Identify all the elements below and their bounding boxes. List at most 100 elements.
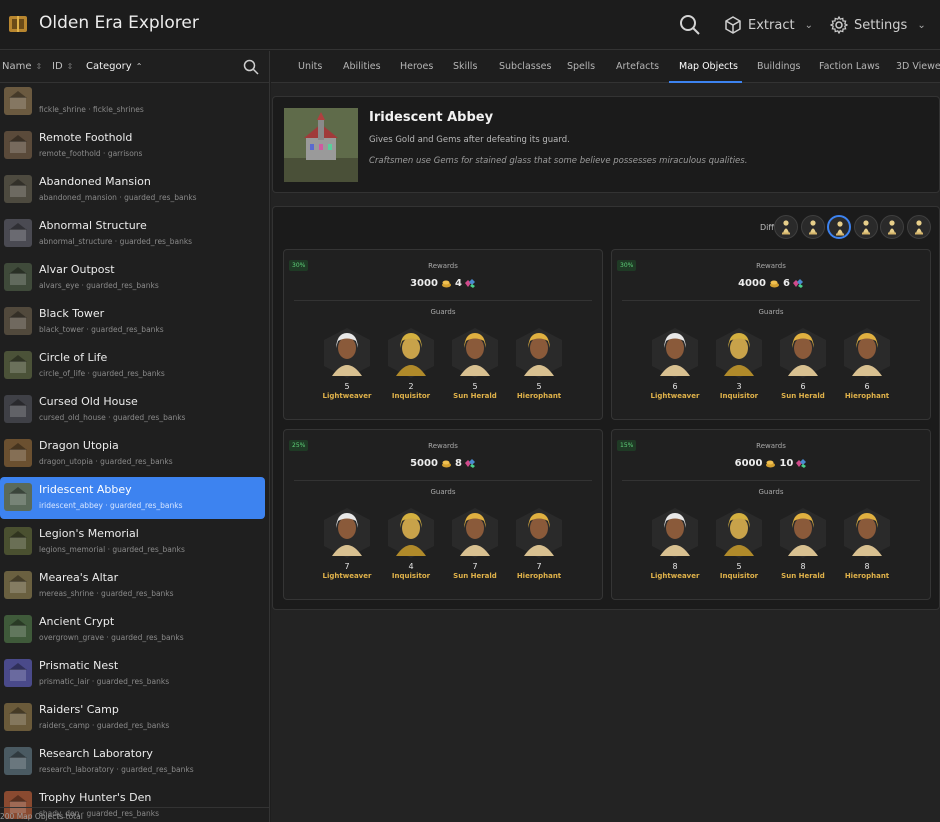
gem-amount: 10 bbox=[779, 458, 794, 469]
guard-name: Inquisitor bbox=[391, 572, 431, 580]
list-item[interactable]: Remote Foothold remote_foothold · garriso… bbox=[0, 125, 265, 167]
gold-icon bbox=[441, 460, 451, 468]
guard-unit[interactable]: 6 Lightweaver bbox=[643, 326, 707, 400]
guard-unit[interactable]: 7 Sun Herald bbox=[443, 506, 507, 580]
object-thumbnail bbox=[4, 131, 32, 159]
tab-3d-viewer[interactable]: 3D Viewer bbox=[896, 61, 940, 72]
guard-name: Inquisitor bbox=[719, 392, 759, 400]
object-thumbnail bbox=[4, 395, 32, 423]
list-item[interactable]: Ancient Crypt overgrown_grave · guarded_r… bbox=[0, 609, 265, 651]
difficulty-level-6[interactable] bbox=[906, 215, 931, 239]
gems-icon bbox=[796, 459, 807, 468]
search-icon[interactable] bbox=[243, 59, 259, 75]
guard-name: Lightweaver bbox=[322, 392, 372, 400]
guard-unit[interactable]: 8 Sun Herald bbox=[771, 506, 835, 580]
list-item[interactable]: Raiders' Camp raiders_camp · guarded_res_… bbox=[0, 697, 265, 739]
difficulty-level-5[interactable] bbox=[880, 215, 904, 239]
guard-unit[interactable]: 5 Lightweaver bbox=[315, 326, 379, 400]
app-title: Olden Era Explorer bbox=[39, 13, 199, 33]
guard-unit[interactable]: 5 Hierophant bbox=[507, 326, 571, 400]
chess-piece-icon bbox=[836, 221, 844, 236]
guard-unit[interactable]: 6 Hierophant bbox=[835, 326, 899, 400]
sun-herald-portrait-icon bbox=[452, 328, 498, 378]
list-item-name: Cursed Old House bbox=[39, 395, 138, 408]
list-item[interactable]: Circle of Life circle_of_life · guarded_r… bbox=[0, 345, 265, 387]
guard-name: Inquisitor bbox=[719, 572, 759, 580]
sort-by-category[interactable]: Category ⌃ bbox=[86, 61, 142, 72]
guard-name: Sun Herald bbox=[781, 392, 825, 400]
list-item[interactable]: Dragon Utopia dragon_utopia · guarded_res… bbox=[0, 433, 265, 475]
guard-count: 7 bbox=[344, 562, 350, 571]
list-item-name: Raiders' Camp bbox=[39, 703, 119, 716]
guard-name: Lightweaver bbox=[322, 572, 372, 580]
guard-unit[interactable]: 5 Inquisitor bbox=[707, 506, 771, 580]
guard-name: Hierophant bbox=[844, 572, 890, 580]
tab-abilities[interactable]: Abilities bbox=[343, 61, 381, 72]
divider bbox=[294, 300, 592, 301]
guard-name: Sun Herald bbox=[453, 392, 497, 400]
rewards-label: Rewards bbox=[428, 442, 458, 450]
tab-artefacts[interactable]: Artefacts bbox=[616, 61, 659, 72]
list-item[interactable]: Iridescent Abbey iridescent_abbey · guard… bbox=[0, 477, 265, 519]
sort-by-name[interactable]: Name ⇕ bbox=[2, 61, 42, 72]
category-tabs: Units Abilities Heroes Skills Subclasses Spel… bbox=[271, 51, 940, 83]
tab-faction-laws[interactable]: Faction Laws bbox=[819, 61, 880, 72]
sort-by-id[interactable]: ID ⇕ bbox=[52, 61, 73, 72]
lightweaver-portrait-icon bbox=[652, 328, 698, 378]
list-item[interactable]: Alvar Outpost alvars_eye · guarded_res_ba… bbox=[0, 257, 265, 299]
tab-heroes[interactable]: Heroes bbox=[400, 61, 433, 72]
list-item-id-category: cursed_old_house · guarded_res_banks bbox=[39, 413, 186, 422]
rewards-label: Rewards bbox=[428, 262, 458, 270]
search-icon[interactable] bbox=[678, 13, 702, 37]
tab-map-objects[interactable]: Map Objects bbox=[679, 61, 738, 72]
guard-unit[interactable]: 8 Hierophant bbox=[835, 506, 899, 580]
difficulty-level-1[interactable] bbox=[774, 215, 798, 239]
tab-buildings[interactable]: Buildings bbox=[757, 61, 801, 72]
guard-unit[interactable]: 5 Sun Herald bbox=[443, 326, 507, 400]
gold-amount: 3000 bbox=[410, 278, 438, 289]
difficulty-level-3[interactable] bbox=[827, 215, 851, 239]
guard-unit[interactable]: 7 Hierophant bbox=[507, 506, 571, 580]
tab-spells[interactable]: Spells bbox=[567, 61, 595, 72]
list-item-name: Ancient Crypt bbox=[39, 615, 115, 628]
difficulty-level-2[interactable] bbox=[800, 215, 825, 239]
settings-button[interactable]: Settings ⌄ bbox=[830, 14, 926, 36]
list-footer: 200 Map Objects total bbox=[0, 807, 269, 822]
guard-unit[interactable]: 7 Lightweaver bbox=[315, 506, 379, 580]
list-item[interactable]: fickle_shrine · fickle_shrines bbox=[0, 81, 265, 123]
object-thumbnail bbox=[4, 571, 32, 599]
list-item[interactable]: Abnormal Structure abnormal_structure · g… bbox=[0, 213, 265, 255]
tab-units[interactable]: Units bbox=[298, 61, 322, 72]
sort-ascending-icon: ⌃ bbox=[135, 62, 143, 71]
rewards-line: 6000 10 bbox=[612, 458, 930, 469]
list-item[interactable]: Mearea's Altar mereas_shrine · guarded_re… bbox=[0, 565, 265, 607]
guard-unit[interactable]: 3 Inquisitor bbox=[707, 326, 771, 400]
tab-subclasses[interactable]: Subclasses bbox=[499, 61, 551, 72]
list-item-id-category: abnormal_structure · guarded_res_banks bbox=[39, 237, 193, 246]
list-item[interactable]: Abandoned Mansion abandoned_mansion · gua… bbox=[0, 169, 265, 211]
list-item[interactable]: Legion's Memorial legions_memorial · guar… bbox=[0, 521, 265, 563]
list-item[interactable]: Cursed Old House cursed_old_house · guard… bbox=[0, 389, 265, 431]
guard-count: 8 bbox=[800, 562, 806, 571]
object-thumbnail bbox=[4, 659, 32, 687]
inquisitor-portrait-icon bbox=[388, 328, 434, 378]
extract-label: Extract bbox=[748, 17, 795, 33]
object-thumbnail bbox=[4, 351, 32, 379]
lightweaver-portrait-icon bbox=[324, 328, 370, 378]
list-item[interactable]: Prismatic Nest prismatic_lair · guarded_r… bbox=[0, 653, 265, 695]
tab-skills[interactable]: Skills bbox=[453, 61, 477, 72]
list-item-name: Research Laboratory bbox=[39, 747, 153, 760]
list-item[interactable]: Research Laboratory research_laboratory ·… bbox=[0, 741, 265, 783]
list-item[interactable]: Black Tower black_tower · guarded_res_ban… bbox=[0, 301, 265, 343]
extract-button[interactable]: Extract ⌄ bbox=[724, 14, 813, 36]
guard-count: 5 bbox=[344, 382, 350, 391]
rewards-label: Rewards bbox=[756, 262, 786, 270]
guard-unit[interactable]: 6 Sun Herald bbox=[771, 326, 835, 400]
guard-unit[interactable]: 2 Inquisitor bbox=[379, 326, 443, 400]
guard-unit[interactable]: 4 Inquisitor bbox=[379, 506, 443, 580]
guard-name: Inquisitor bbox=[391, 392, 431, 400]
list-item-name: Circle of Life bbox=[39, 351, 108, 364]
chess-piece-icon bbox=[861, 220, 870, 235]
difficulty-level-4[interactable] bbox=[853, 215, 878, 239]
guard-unit[interactable]: 8 Lightweaver bbox=[643, 506, 707, 580]
